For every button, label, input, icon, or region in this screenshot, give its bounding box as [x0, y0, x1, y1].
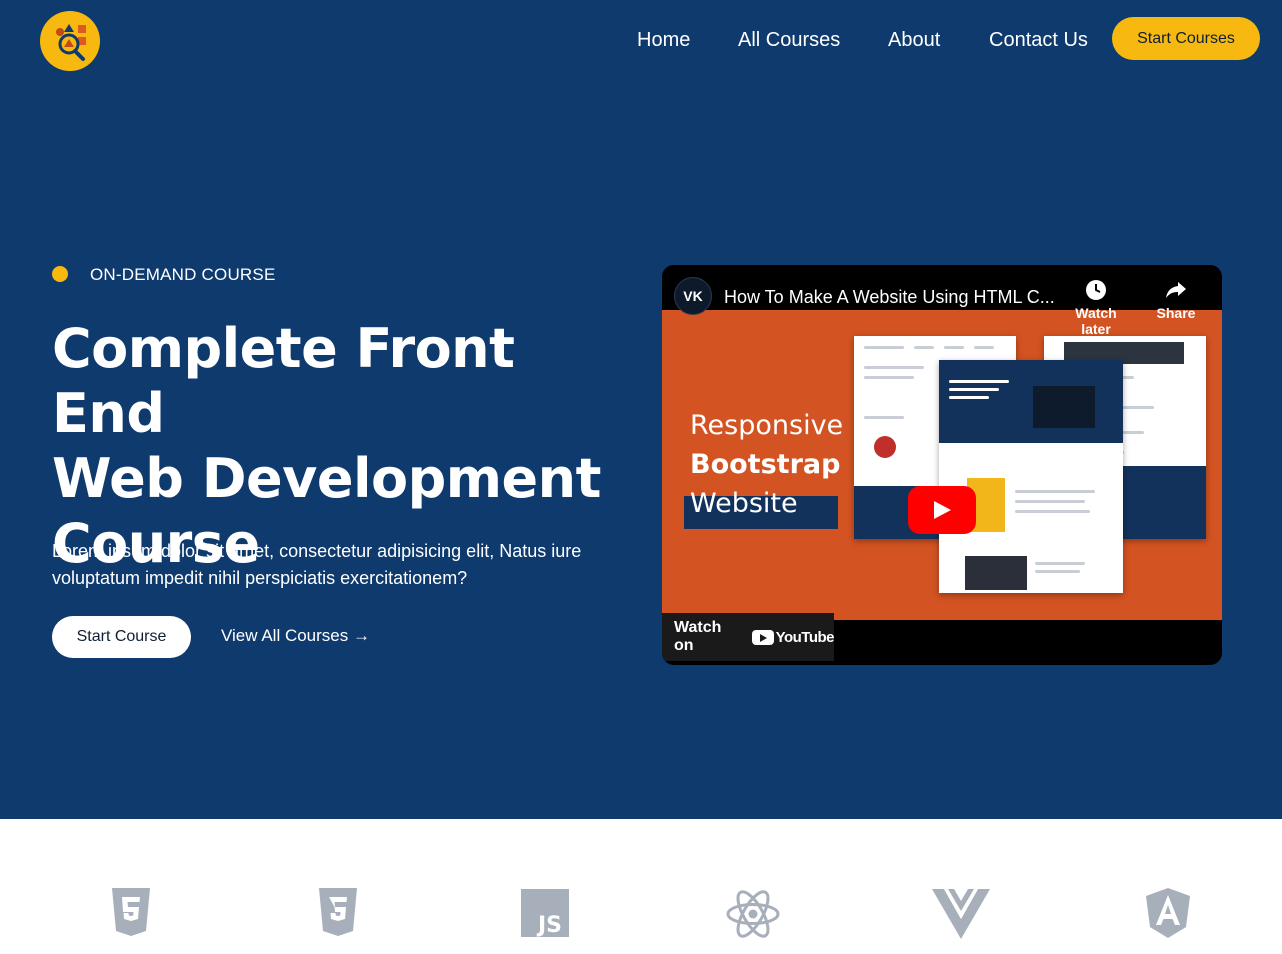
hero-title-line-2: Web Development — [52, 447, 601, 510]
thumbnail-text-2: Bootstrap — [690, 449, 841, 480]
thumbnail-text-3: Website — [690, 488, 798, 519]
watch-later-button[interactable]: Watch later — [1060, 279, 1132, 337]
hero-section: Home All Courses About Contact Us Start … — [0, 0, 1282, 819]
share-icon — [1166, 282, 1186, 298]
youtube-embed[interactable]: Responsive Bootstrap Website VK How To M… — [662, 265, 1222, 665]
video-title[interactable]: How To Make A Website Using HTML C... — [724, 287, 1055, 308]
logo-icon — [56, 24, 86, 61]
play-button[interactable] — [908, 486, 976, 534]
video-thumbnail[interactable]: Responsive Bootstrap Website — [662, 310, 1222, 620]
mock-page-center — [939, 360, 1123, 593]
clock-icon — [1086, 280, 1106, 300]
watch-later-label: Watch later — [1075, 305, 1117, 337]
thumbnail-text-1: Responsive — [690, 410, 844, 441]
start-course-button[interactable]: Start Course — [52, 616, 191, 658]
js-icon: JS — [521, 887, 569, 942]
nav-home[interactable]: Home — [637, 29, 690, 52]
hero-title: Complete Front End Web Development Cours… — [52, 316, 632, 576]
nav-about[interactable]: About — [888, 29, 940, 52]
eyebrow-label: ON-DEMAND COURSE — [90, 265, 276, 284]
angular-icon — [1145, 887, 1191, 944]
channel-avatar[interactable]: VK — [674, 277, 712, 315]
youtube-wordmark: YouTube — [775, 628, 835, 646]
youtube-logo: YouTube — [751, 628, 835, 646]
site-logo[interactable] — [40, 11, 100, 71]
nav-contact-us[interactable]: Contact Us — [989, 29, 1088, 52]
svg-text:JS: JS — [536, 913, 562, 937]
eyebrow-dot — [52, 266, 68, 282]
css3-icon — [317, 887, 359, 942]
watch-on-youtube-button[interactable]: Watch on YouTube — [662, 613, 835, 661]
hero-description: Lorem ipsum dolor sit amet, consectetur … — [52, 541, 582, 588]
share-label: Share — [1156, 305, 1196, 321]
watch-on-label: Watch on — [674, 619, 722, 654]
play-icon — [934, 501, 951, 519]
react-icon — [725, 887, 781, 946]
nav-all-courses[interactable]: All Courses — [738, 29, 840, 52]
vue-icon — [932, 887, 990, 944]
share-button[interactable]: Share — [1150, 279, 1202, 321]
html5-icon — [110, 887, 152, 942]
youtube-play-icon — [751, 629, 774, 645]
start-courses-button[interactable]: Start Courses — [1112, 17, 1260, 60]
hero-title-line-1: Complete Front End — [52, 317, 515, 445]
view-all-courses-link[interactable]: View All Courses → — [221, 626, 370, 646]
